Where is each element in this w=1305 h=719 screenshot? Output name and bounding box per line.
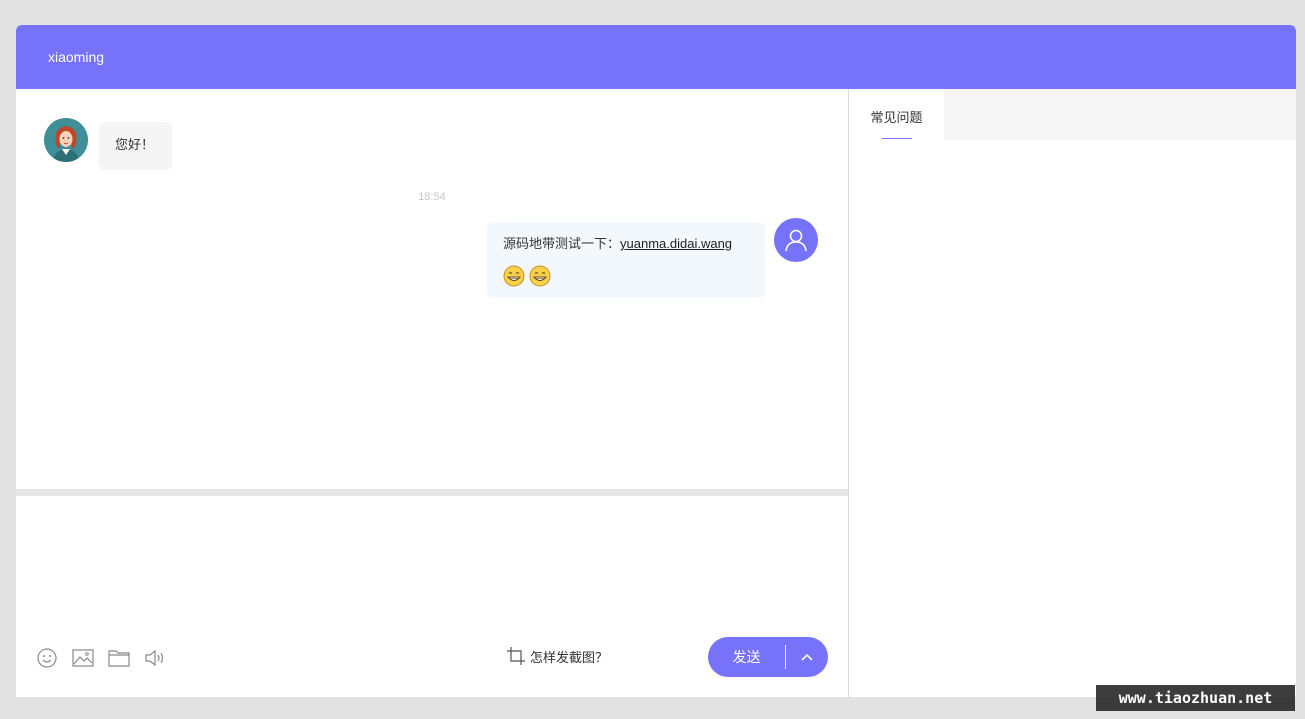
agent-bubble: 您好！ [99, 122, 172, 170]
header-title: xiaoming [48, 49, 105, 65]
image-icon [72, 649, 94, 667]
grin-emoji-icon [529, 265, 551, 287]
side-tabs: 常见问题 [849, 89, 1296, 140]
crop-icon [507, 647, 525, 665]
screenshot-help-link[interactable]: 怎样发截图？ [506, 646, 608, 666]
message-link[interactable]: yuanma.didai.wang [620, 236, 732, 251]
voice-button[interactable] [144, 647, 166, 669]
send-options-button[interactable] [786, 637, 828, 677]
input-toolbar [36, 647, 180, 669]
message-input[interactable]: 怎样发截图？ 发送 [16, 496, 848, 697]
message-time: 18:54 [418, 191, 446, 203]
speaker-icon [145, 649, 164, 667]
tab-faq-label: 常见问题 [870, 110, 923, 125]
chat-window: xiaoming 您好！ 18:54 源码地带测试一下：yuanma.didai [16, 25, 1296, 697]
divider [16, 489, 848, 496]
side-panel: 常见问题 [849, 89, 1296, 697]
send-button[interactable]: 发送 [708, 647, 785, 667]
send-separator [785, 645, 786, 669]
message-list[interactable]: 您好！ 18:54 源码地带测试一下：yuanma.didai.wang [16, 89, 848, 489]
header: xiaoming [16, 25, 1296, 89]
folder-icon [108, 650, 130, 667]
agent-avatar [44, 118, 88, 162]
send-button-group: 发送 [708, 637, 828, 677]
user-bubble: 源码地带测试一下：yuanma.didai.wang [487, 222, 765, 298]
user-avatar [774, 218, 818, 262]
grin-emoji-icon [503, 265, 525, 287]
screenshot-help-label: 怎样发截图？ [530, 649, 609, 665]
emoji-button[interactable] [36, 647, 58, 669]
chevron-up-icon [801, 653, 813, 661]
user-message-text: 源码地带测试一下： [503, 236, 621, 251]
tab-faq[interactable]: 常见问题 [849, 89, 944, 140]
file-button[interactable] [108, 647, 130, 669]
user-icon [785, 229, 807, 252]
watermark: www.tiaozhuan.net [1096, 685, 1295, 711]
smile-icon [37, 648, 57, 668]
image-button[interactable] [72, 647, 94, 669]
user-message-line: 源码地带测试一下：yuanma.didai.wang [503, 233, 765, 252]
emoji-row [503, 265, 765, 287]
tab-active-indicator [882, 138, 912, 139]
